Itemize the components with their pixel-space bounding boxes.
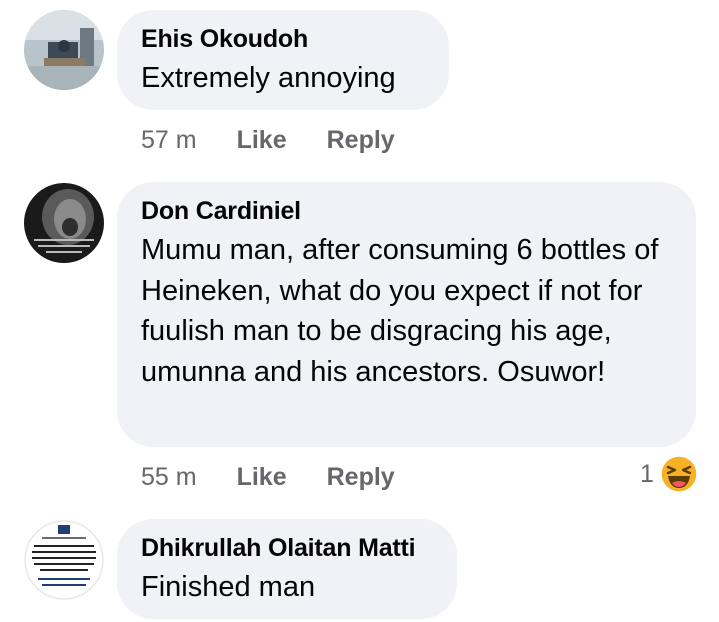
reply-button[interactable]: Reply: [327, 463, 395, 492]
like-button[interactable]: Like: [237, 126, 287, 155]
comment-timestamp[interactable]: 55 m: [141, 463, 197, 492]
comment-text: Finished man: [141, 571, 316, 603]
avatar[interactable]: [24, 183, 104, 263]
haha-emoji-icon: [660, 455, 698, 493]
comment-bubble: Dhikrullah Olaitan Matti Finished man: [117, 519, 457, 619]
like-button[interactable]: Like: [237, 463, 287, 492]
reaction-count: 1: [640, 459, 654, 488]
comment-bubble: Ehis Okoudoh Extremely annoying: [117, 10, 449, 110]
comment-timestamp[interactable]: 57 m: [141, 126, 197, 155]
comment-text: Mumu man, after consuming 6 bottles of H…: [141, 234, 659, 388]
comment-author[interactable]: Ehis Okoudoh: [141, 24, 423, 54]
comment-actions: 55 m Like Reply: [141, 457, 395, 497]
comment-author[interactable]: Dhikrullah Olaitan Matti: [141, 533, 431, 563]
comment-text: Extremely annoying: [141, 62, 396, 94]
reply-button[interactable]: Reply: [327, 126, 395, 155]
comment-actions: 57 m Like Reply: [141, 120, 395, 160]
reaction-summary[interactable]: 1: [640, 455, 698, 493]
comment-author[interactable]: Don Cardiniel: [141, 196, 670, 226]
comment-bubble: Don Cardiniel Mumu man, after consuming …: [117, 182, 696, 447]
avatar[interactable]: [24, 520, 104, 600]
avatar[interactable]: [24, 10, 104, 90]
